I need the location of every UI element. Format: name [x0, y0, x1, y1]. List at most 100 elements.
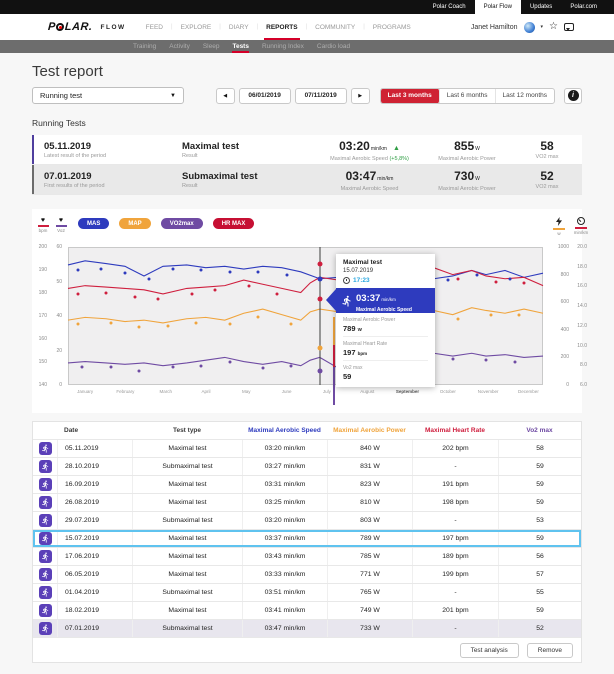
legend-pill-vo2max[interactable]: VO2max	[161, 218, 203, 229]
data-point[interactable]	[133, 295, 136, 298]
nav-item-explore[interactable]: EXPLORE	[179, 14, 214, 40]
prev-period-button[interactable]: ◀	[216, 88, 235, 104]
selected-data-point[interactable]	[317, 297, 322, 302]
range-button-last-12-months[interactable]: Last 12 months	[495, 88, 554, 104]
data-point[interactable]	[214, 288, 217, 291]
data-point[interactable]	[257, 316, 260, 319]
subnav-item-tests[interactable]: Tests	[232, 40, 249, 53]
table-row[interactable]: 05.11.2019Maximal test03:20 min/km840 W2…	[33, 440, 581, 458]
legend-pill-hr-max[interactable]: HR MAX	[213, 218, 255, 229]
table-row[interactable]: 15.07.2019Maximal test03:37 min/km789 W1…	[33, 530, 581, 548]
selected-data-point[interactable]	[317, 261, 322, 266]
data-point[interactable]	[261, 367, 264, 370]
data-point[interactable]	[489, 313, 492, 316]
data-point[interactable]	[109, 321, 112, 324]
topbar-link-polar-com[interactable]: Polar.com	[561, 0, 606, 14]
data-point[interactable]	[171, 268, 174, 271]
data-point[interactable]	[456, 317, 459, 320]
data-point[interactable]	[228, 360, 231, 363]
topbar-link-updates[interactable]: Updates	[521, 0, 561, 14]
data-point[interactable]	[200, 269, 203, 272]
month-label-july: July	[323, 389, 331, 394]
table-row[interactable]: 28.10.2019Submaximal test03:27 min/km831…	[33, 458, 581, 476]
data-point[interactable]	[200, 364, 203, 367]
data-point[interactable]	[456, 277, 459, 280]
cell-vo2: 59	[498, 476, 581, 493]
watts-label: w	[557, 231, 560, 236]
data-point[interactable]	[451, 357, 454, 360]
data-point[interactable]	[485, 359, 488, 362]
nav-item-community[interactable]: COMMUNITY	[313, 14, 357, 40]
data-point[interactable]	[290, 323, 293, 326]
selected-data-point[interactable]	[317, 276, 322, 281]
subnav-item-training[interactable]: Training	[133, 40, 156, 53]
data-point[interactable]	[257, 270, 260, 273]
nav-item-programs[interactable]: PROGRAMS	[371, 14, 413, 40]
data-point[interactable]	[447, 279, 450, 282]
avatar[interactable]	[524, 22, 535, 33]
date-to-input[interactable]: 07/11/2019	[295, 88, 347, 104]
data-point[interactable]	[276, 292, 279, 295]
nav-item-feed[interactable]: FEED	[144, 14, 165, 40]
data-point[interactable]	[157, 298, 160, 301]
subnav-item-running-index[interactable]: Running Index	[262, 40, 304, 53]
data-point[interactable]	[109, 366, 112, 369]
table-row[interactable]: 17.06.2019Maximal test03:43 min/km785 W1…	[33, 548, 581, 566]
data-point[interactable]	[138, 370, 141, 373]
data-point[interactable]	[195, 321, 198, 324]
data-point[interactable]	[508, 277, 511, 280]
table-row[interactable]: 06.05.2019Maximal test03:33 min/km771 W1…	[33, 566, 581, 584]
data-point[interactable]	[228, 323, 231, 326]
table-row[interactable]: 01.04.2019Submaximal test03:51 min/km765…	[33, 584, 581, 602]
next-period-button[interactable]: ▶	[351, 88, 370, 104]
data-point[interactable]	[228, 270, 231, 273]
selected-data-point[interactable]	[317, 345, 322, 350]
legend-pill-mas[interactable]: MAS	[78, 218, 109, 229]
data-point[interactable]	[475, 273, 478, 276]
table-row[interactable]: 29.07.2019Submaximal test03:20 min/km803…	[33, 512, 581, 530]
nav-item-diary[interactable]: DIARY	[227, 14, 251, 40]
data-point[interactable]	[513, 360, 516, 363]
remove-button[interactable]: Remove	[527, 643, 573, 658]
data-point[interactable]	[290, 364, 293, 367]
range-button-last-3-months[interactable]: Last 3 months	[381, 88, 439, 104]
data-point[interactable]	[166, 324, 169, 327]
info-button[interactable]: i	[564, 88, 582, 104]
subnav-item-sleep[interactable]: Sleep	[203, 40, 220, 53]
data-point[interactable]	[523, 281, 526, 284]
chat-bubble-icon[interactable]	[564, 23, 574, 31]
test-type-select[interactable]: Running test ▼	[32, 87, 184, 104]
data-point[interactable]	[81, 366, 84, 369]
data-point[interactable]	[247, 284, 250, 287]
data-point[interactable]	[494, 280, 497, 283]
date-from-input[interactable]: 06/01/2019	[239, 88, 291, 104]
data-point[interactable]	[171, 366, 174, 369]
legend-pill-map[interactable]: MAP	[119, 218, 150, 229]
subnav-item-activity[interactable]: Activity	[169, 40, 190, 53]
table-row[interactable]: 18.02.2019Maximal test03:41 min/km749 W2…	[33, 602, 581, 620]
table-row[interactable]: 16.09.2019Maximal test03:31 min/km823 W1…	[33, 476, 581, 494]
test-analysis-button[interactable]: Test analysis	[460, 643, 519, 658]
subnav-item-cardio-load[interactable]: Cardio load	[317, 40, 350, 53]
topbar-link-polar-coach[interactable]: Polar Coach	[424, 0, 475, 14]
data-point[interactable]	[124, 272, 127, 275]
topbar-link-polar-flow[interactable]: Polar Flow	[475, 0, 521, 14]
data-point[interactable]	[76, 292, 79, 295]
data-point[interactable]	[518, 313, 521, 316]
data-point[interactable]	[76, 323, 79, 326]
star-icon[interactable]: ☆	[549, 22, 558, 32]
data-point[interactable]	[147, 277, 150, 280]
nav-item-reports[interactable]: REPORTS	[264, 14, 299, 40]
data-point[interactable]	[285, 273, 288, 276]
table-row[interactable]: 07.01.2019Submaximal test03:47 min/km733…	[33, 620, 581, 638]
data-point[interactable]	[138, 326, 141, 329]
data-point[interactable]	[100, 268, 103, 271]
data-point[interactable]	[76, 269, 79, 272]
range-button-last-6-months[interactable]: Last 6 months	[439, 88, 495, 104]
data-point[interactable]	[190, 292, 193, 295]
polar-logo[interactable]: PLAR.	[48, 21, 93, 33]
data-point[interactable]	[105, 291, 108, 294]
selected-data-point[interactable]	[317, 369, 322, 374]
chevron-down-icon[interactable]: ▾	[541, 24, 544, 30]
table-row[interactable]: 26.08.2019Maximal test03:25 min/km810 W1…	[33, 494, 581, 512]
